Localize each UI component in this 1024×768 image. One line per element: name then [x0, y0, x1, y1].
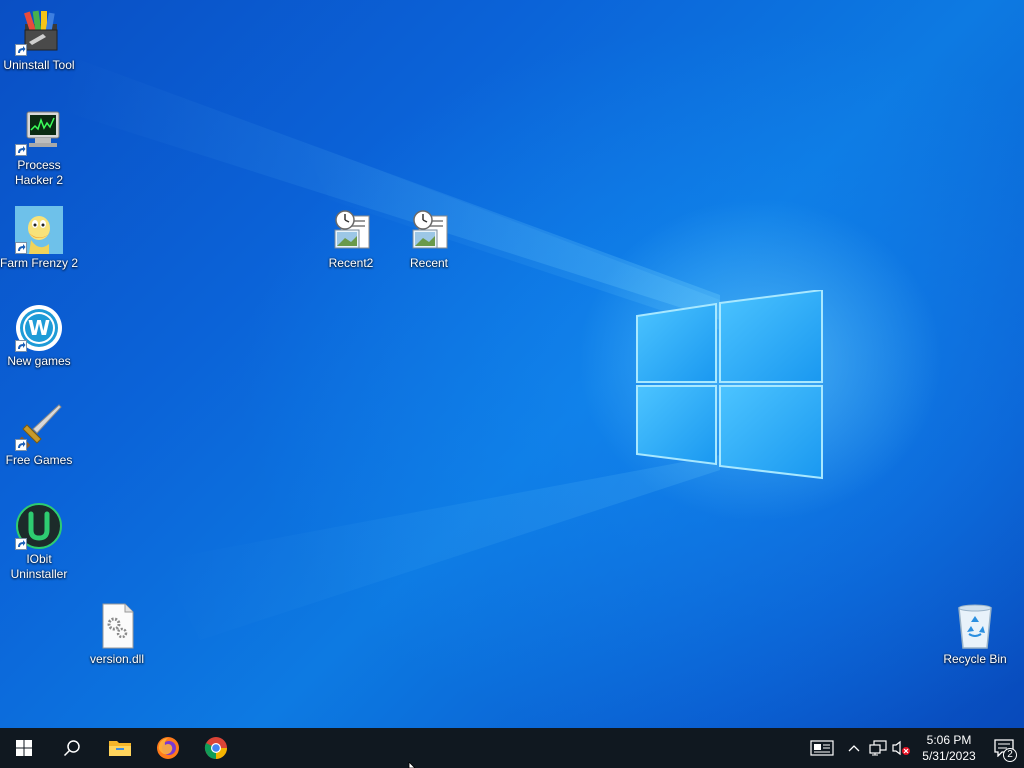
desktop-icon-process-hacker[interactable]: Process Hacker 2: [0, 108, 78, 188]
taskbar-firefox[interactable]: [144, 728, 192, 768]
desktop-icon-iobit-uninstaller[interactable]: IObit Uninstaller: [0, 502, 78, 582]
uninstall-tool-icon: [15, 8, 63, 56]
network-icon: [869, 740, 887, 756]
desktop-icon-recent2[interactable]: Recent2: [312, 206, 390, 271]
desktop-icon-uninstall-tool[interactable]: Uninstall Tool: [0, 8, 78, 73]
desktop-icon-label: Process Hacker 2: [14, 158, 64, 187]
desktop-icon-farm-frenzy[interactable]: Farm Frenzy 2: [0, 206, 78, 271]
taskbar: 5:06 PM 5/31/2023 2: [0, 728, 1024, 768]
taskbar-clock[interactable]: 5:06 PM 5/31/2023: [914, 732, 984, 764]
action-center-button[interactable]: 2: [984, 728, 1024, 768]
farm-frenzy-icon: [15, 206, 63, 254]
new-games-icon: W: [15, 304, 63, 352]
free-games-icon: [15, 403, 63, 451]
start-button[interactable]: [0, 728, 48, 768]
dll-file-icon: [93, 602, 141, 650]
desktop-icon-recent[interactable]: Recent: [390, 206, 468, 271]
shortcut-arrow-icon: [15, 439, 27, 451]
shortcut-arrow-icon: [15, 538, 27, 550]
recent-folder-icon: [405, 206, 453, 254]
news-button[interactable]: [802, 728, 842, 768]
mouse-cursor-icon: [408, 762, 416, 768]
taskbar-file-explorer[interactable]: [96, 728, 144, 768]
shortcut-arrow-icon: [15, 340, 27, 352]
clock-time: 5:06 PM: [926, 733, 972, 747]
shortcut-arrow-icon: [15, 242, 27, 254]
chrome-icon: [204, 737, 227, 759]
show-hidden-icons-button[interactable]: [842, 728, 866, 768]
iobit-uninstaller-icon: [15, 502, 63, 550]
desktop-icon-label: Recycle Bin: [943, 652, 1007, 666]
notification-count-badge: 2: [1003, 748, 1017, 762]
shortcut-arrow-icon: [15, 44, 27, 56]
desktop-icon-label: New games: [7, 354, 71, 368]
desktop[interactable]: Uninstall Tool Process Hacker 2 Farm Fre…: [0, 0, 1024, 728]
start-icon: [16, 740, 32, 756]
system-tray: 5:06 PM 5/31/2023 2: [802, 728, 1024, 768]
recent-folder-icon: [327, 206, 375, 254]
taskbar-chrome[interactable]: [192, 728, 240, 768]
desktop-icon-version-dll[interactable]: version.dll: [78, 602, 156, 667]
volume-muted-icon: [892, 740, 910, 756]
file-explorer-icon: [109, 741, 131, 756]
process-hacker-icon: [15, 108, 63, 156]
desktop-icon-label: IObit Uninstaller: [10, 552, 68, 581]
recycle-bin-icon: [951, 602, 999, 650]
clock-date: 5/31/2023: [922, 749, 976, 763]
chevron-up-icon: [848, 745, 860, 752]
desktop-icon-label: Free Games: [5, 453, 73, 467]
svg-text:W: W: [28, 316, 50, 340]
search-button[interactable]: [48, 728, 96, 768]
firefox-icon: [157, 737, 179, 759]
network-button[interactable]: [866, 728, 890, 768]
desktop-icon-label: version.dll: [89, 652, 145, 666]
desktop-icon-label: Recent2: [328, 256, 374, 270]
windows-logo-wallpaper: [636, 290, 823, 480]
volume-button[interactable]: [890, 728, 914, 768]
desktop-icon-label: Recent: [409, 256, 449, 270]
desktop-icon-label: Uninstall Tool: [3, 58, 75, 72]
desktop-icon-free-games[interactable]: Free Games: [0, 403, 78, 468]
desktop-icon-new-games[interactable]: W New games: [0, 304, 78, 369]
search-icon: [63, 740, 80, 757]
desktop-icon-label: Farm Frenzy 2: [0, 256, 79, 270]
shortcut-arrow-icon: [15, 144, 27, 156]
news-icon: [810, 740, 834, 756]
desktop-icon-recycle-bin[interactable]: Recycle Bin: [936, 602, 1014, 667]
